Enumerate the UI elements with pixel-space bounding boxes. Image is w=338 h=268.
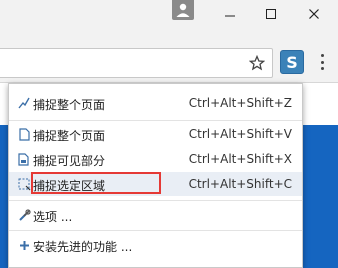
highlight-box [31,172,161,194]
maximize-button[interactable] [251,0,291,28]
close-icon [309,9,319,19]
close-button[interactable] [294,0,334,28]
menu-item-capture-entire-page-editable[interactable]: 捕捉整个页面 Ctrl+Alt+Shift+Z [9,91,302,115]
menu-item-label: 捕捉可见部分 [33,154,106,168]
menu-item-label: 捕捉整个页面 [33,98,106,112]
star-icon [249,55,265,71]
minimize-button[interactable] [210,0,250,28]
minimize-icon [225,15,235,17]
menu-item-label: 选项 ... [33,210,73,224]
page-blue-area-left [0,125,8,268]
title-bar [0,0,338,40]
menu-item-shortcut: Ctrl+Alt+Shift+C [188,177,292,191]
page-blue-area-right [300,125,338,268]
selection-icon [17,176,31,192]
menu-divider [9,200,302,201]
menu-divider [9,120,302,121]
browser-toolbar: S [0,40,338,83]
menu-item-capture-visible-area[interactable]: 捕捉可见部分 Ctrl+Alt+Shift+X [9,147,302,171]
tools-icon [17,207,31,223]
menu-item-install-advanced[interactable]: 安装先进的功能 ... [9,233,302,257]
screenshot-extension-button[interactable]: S [280,50,304,74]
more-vertical-icon[interactable] [313,52,331,72]
menu-item-shortcut: Ctrl+Alt+Shift+X [188,152,292,166]
person-icon [176,3,190,17]
maximize-icon [266,9,276,19]
menu-item-shortcut: Ctrl+Alt+Shift+Z [188,96,292,110]
brush-icon [17,95,31,111]
visible-area-icon [17,151,31,167]
menu-item-label: 安装先进的功能 ... [33,240,133,254]
bookmark-star-button[interactable] [245,51,269,75]
menu-item-capture-entire-page[interactable]: 捕捉整个页面 Ctrl+Alt+Shift+V [9,122,302,146]
capture-menu: 捕捉整个页面 Ctrl+Alt+Shift+Z 捕捉整个页面 Ctrl+Alt+… [8,83,303,268]
menu-item-options[interactable]: 选项 ... [9,203,302,227]
plus-icon [17,237,31,253]
menu-item-label: 捕捉整个页面 [33,129,106,143]
profile-button[interactable] [172,0,194,20]
page-icon [17,126,31,142]
menu-divider [9,230,302,231]
address-bar[interactable] [0,48,273,78]
menu-item-shortcut: Ctrl+Alt+Shift+V [188,127,292,141]
